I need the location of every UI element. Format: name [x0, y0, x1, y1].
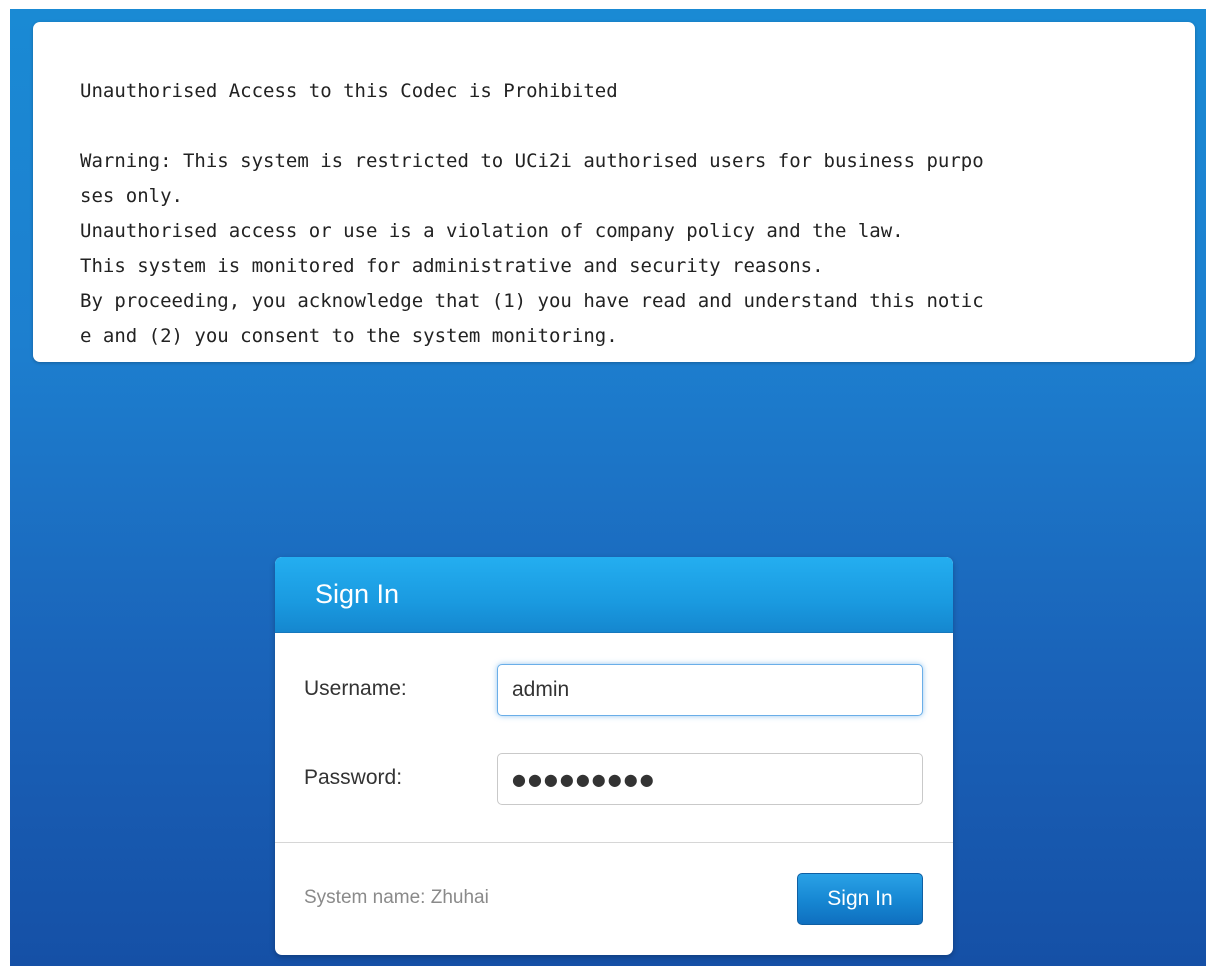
system-name-label: System name: Zhuhai: [304, 887, 489, 908]
warning-banner: Unauthorised Access to this Codec is Pro…: [33, 22, 1195, 362]
username-input[interactable]: [497, 664, 923, 716]
password-label: Password:: [304, 766, 403, 789]
login-page: Unauthorised Access to this Codec is Pro…: [10, 9, 1206, 966]
password-row: Password:: [275, 753, 953, 805]
username-row: Username:: [275, 664, 953, 716]
sign-in-button[interactable]: Sign In: [797, 873, 923, 925]
sign-in-title: Sign In: [315, 579, 400, 609]
footer-divider: [275, 842, 953, 843]
username-label: Username:: [304, 677, 407, 700]
sign-in-header: Sign In: [275, 557, 953, 633]
password-input[interactable]: [497, 753, 923, 805]
warning-banner-text: Unauthorised Access to this Codec is Pro…: [80, 80, 984, 347]
sign-in-panel: Sign In Username: Password: System name:…: [275, 557, 953, 955]
